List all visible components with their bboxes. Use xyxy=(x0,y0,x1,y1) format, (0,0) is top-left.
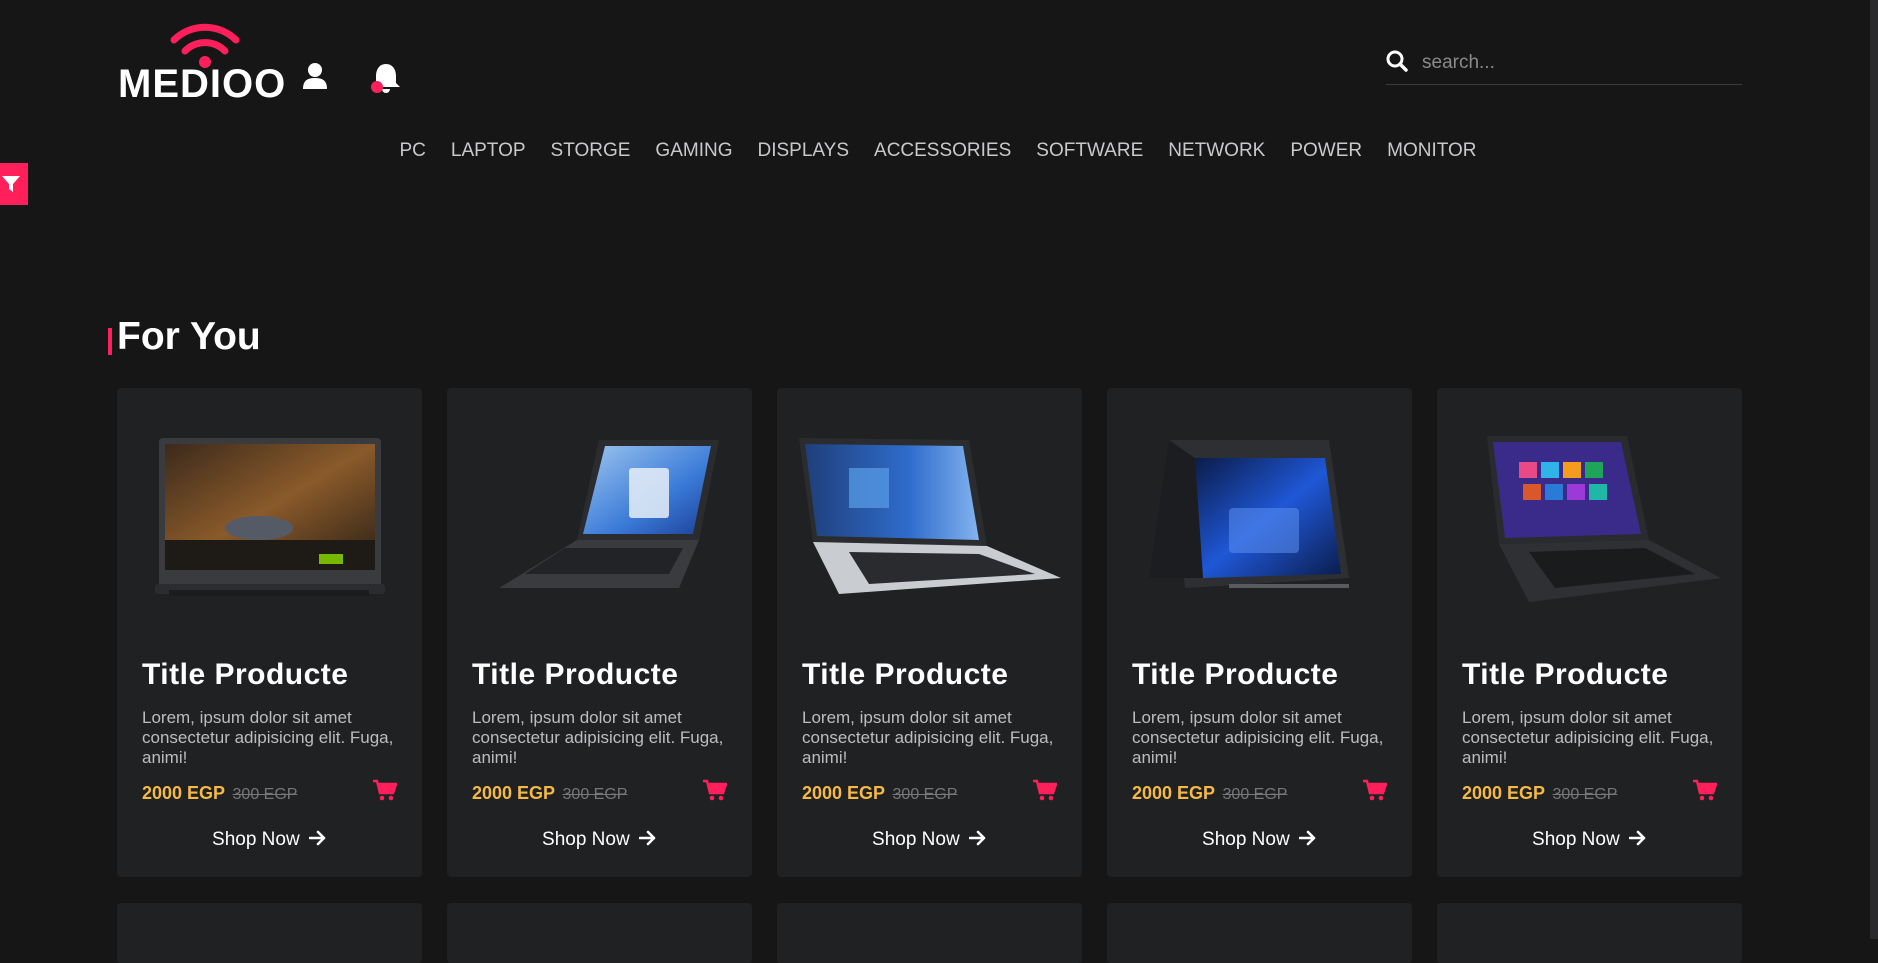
product-card[interactable]: Title Producte Lorem, ipsum dolor sit am… xyxy=(777,388,1082,877)
arrow-right-icon xyxy=(308,831,326,846)
shop-now-label: Shop Now xyxy=(1202,829,1290,850)
cart-icon[interactable] xyxy=(1363,779,1387,801)
nav-item-power[interactable]: POWER xyxy=(1290,140,1362,162)
bell-icon[interactable] xyxy=(368,62,404,96)
product-old-price: 300 EGP xyxy=(892,786,958,803)
search-input[interactable] xyxy=(1420,48,1724,78)
shop-now-button[interactable]: Shop Now xyxy=(447,829,752,851)
user-icon[interactable] xyxy=(302,62,328,90)
product-card[interactable] xyxy=(447,903,752,963)
search-bar[interactable] xyxy=(1386,46,1742,85)
cart-icon[interactable] xyxy=(373,779,397,801)
product-image xyxy=(1149,440,1349,588)
arrow-right-icon xyxy=(1298,831,1316,846)
category-nav: PC LAPTOP STORGE GAMING DISPLAYS ACCESSO… xyxy=(0,140,1878,162)
shop-now-label: Shop Now xyxy=(542,829,630,850)
product-image xyxy=(799,438,1061,594)
product-description: Lorem, ipsum dolor sit amet consectetur … xyxy=(802,708,1054,767)
section-title: For You xyxy=(117,315,261,358)
product-title: Title Producte xyxy=(802,658,1009,691)
product-description: Lorem, ipsum dolor sit amet consectetur … xyxy=(142,708,394,767)
nav-item-storge[interactable]: STORGE xyxy=(551,140,631,162)
shop-now-button[interactable]: Shop Now xyxy=(1437,829,1742,851)
nav-item-laptop[interactable]: LAPTOP xyxy=(451,140,526,162)
product-title: Title Producte xyxy=(1462,658,1669,691)
arrow-right-icon xyxy=(968,831,986,846)
cart-icon[interactable] xyxy=(703,779,727,801)
nav-item-accessories[interactable]: ACCESSORIES xyxy=(874,140,1011,162)
price-row: 2000 EGP 300 EGP xyxy=(802,779,1057,809)
cart-icon[interactable] xyxy=(1033,779,1057,801)
arrow-right-icon xyxy=(638,831,656,846)
shop-now-label: Shop Now xyxy=(1532,829,1620,850)
site-logo[interactable]: MEDIOO xyxy=(118,22,285,106)
nav-item-displays[interactable]: DISPLAYS xyxy=(757,140,849,162)
product-description: Lorem, ipsum dolor sit amet consectetur … xyxy=(472,708,724,767)
product-price: 2000 EGP xyxy=(1462,783,1546,803)
product-description: Lorem, ipsum dolor sit amet consectetur … xyxy=(1132,708,1384,767)
product-price: 2000 EGP xyxy=(1132,783,1216,803)
product-image xyxy=(155,438,385,596)
cart-icon[interactable] xyxy=(1693,779,1717,801)
product-price: 2000 EGP xyxy=(472,783,556,803)
product-title: Title Producte xyxy=(472,658,679,691)
product-card[interactable]: Title Producte Lorem, ipsum dolor sit am… xyxy=(1107,388,1412,877)
logo-text: MEDIOO xyxy=(118,62,287,106)
price-row: 2000 EGP 300 EGP xyxy=(1132,779,1387,809)
shop-now-label: Shop Now xyxy=(212,829,300,850)
product-card[interactable] xyxy=(777,903,1082,963)
product-card[interactable] xyxy=(1107,903,1412,963)
nav-item-network[interactable]: NETWORK xyxy=(1168,140,1265,162)
product-old-price: 300 EGP xyxy=(1222,786,1288,803)
product-card[interactable] xyxy=(117,903,422,963)
product-grid: Title Producte Lorem, ipsum dolor sit am… xyxy=(117,388,1742,877)
product-old-price: 300 EGP xyxy=(1552,786,1618,803)
product-title: Title Producte xyxy=(142,658,349,691)
shop-now-label: Shop Now xyxy=(872,829,960,850)
price-row: 2000 EGP 300 EGP xyxy=(1462,779,1717,809)
nav-item-monitor[interactable]: MONITOR xyxy=(1387,140,1476,162)
shop-now-button[interactable]: Shop Now xyxy=(117,829,422,851)
nav-item-gaming[interactable]: GAMING xyxy=(655,140,732,162)
product-card[interactable]: Title Producte Lorem, ipsum dolor sit am… xyxy=(117,388,422,877)
filter-icon xyxy=(2,176,20,192)
product-card[interactable]: Title Producte Lorem, ipsum dolor sit am… xyxy=(447,388,752,877)
product-price: 2000 EGP xyxy=(142,783,226,803)
price-row: 2000 EGP 300 EGP xyxy=(142,779,397,809)
nav-item-pc[interactable]: PC xyxy=(399,140,425,162)
product-description: Lorem, ipsum dolor sit amet consectetur … xyxy=(1462,708,1714,767)
product-image xyxy=(1487,436,1721,602)
filter-button[interactable] xyxy=(0,163,28,205)
product-old-price: 300 EGP xyxy=(232,786,298,803)
product-price: 2000 EGP xyxy=(802,783,886,803)
nav-item-software[interactable]: SOFTWARE xyxy=(1036,140,1143,162)
product-card[interactable]: Title Producte Lorem, ipsum dolor sit am… xyxy=(1437,388,1742,877)
price-row: 2000 EGP 300 EGP xyxy=(472,779,727,809)
section-accent-bar xyxy=(108,328,112,355)
product-card[interactable] xyxy=(1437,903,1742,963)
product-title: Title Producte xyxy=(1132,658,1339,691)
product-image xyxy=(499,440,719,588)
product-grid-next-row xyxy=(117,903,1742,963)
search-icon[interactable] xyxy=(1386,50,1408,72)
arrow-right-icon xyxy=(1628,831,1646,846)
shop-now-button[interactable]: Shop Now xyxy=(1107,829,1412,851)
product-old-price: 300 EGP xyxy=(562,786,628,803)
shop-now-button[interactable]: Shop Now xyxy=(777,829,1082,851)
